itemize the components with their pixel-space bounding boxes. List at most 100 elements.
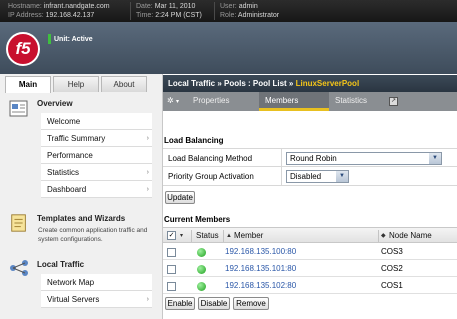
enable-button[interactable]: Enable (165, 297, 195, 310)
hostname-block: Hostname: infrant.nandgate.com IP Addres… (8, 2, 110, 20)
system-info-bar: Hostname: infrant.nandgate.com IP Addres… (0, 0, 457, 22)
overview-icon (9, 100, 28, 117)
sidebar-item-label: Statistics (47, 168, 80, 177)
unit-status: Unit: Active (48, 34, 93, 44)
sidebar-item-label: Virtual Servers (47, 295, 100, 304)
chevron-right-icon: › (146, 135, 149, 142)
gear-menu[interactable]: ✲ ▾ (163, 92, 187, 111)
f5-logo: f5 (6, 32, 40, 66)
sidebar-item-virtual-servers[interactable]: Virtual Servers › (41, 291, 152, 308)
breadcrumb-path[interactable]: Local Traffic » Pools : Pool List » (168, 79, 293, 88)
update-button[interactable]: Update (165, 191, 195, 204)
tab-members[interactable]: Members (259, 92, 329, 111)
chevron-down-icon: ▼ (429, 153, 441, 164)
time-value: 2:24 PM (CST) (155, 12, 202, 19)
priority-group-row: Priority Group Activation Disabled ▼ (163, 167, 457, 186)
divider (223, 230, 224, 242)
node-name: COS1 (381, 281, 403, 290)
tab-properties[interactable]: Properties (187, 92, 257, 111)
templates-description: Create common application traffic and sy… (38, 227, 148, 243)
tab-about[interactable]: About (101, 76, 147, 92)
member-link[interactable]: 192.168.135.102:80 (225, 277, 296, 294)
user-value: admin (238, 3, 258, 10)
remove-button[interactable]: Remove (233, 297, 269, 310)
chevron-right-icon: › (146, 296, 149, 303)
breadcrumb: Local Traffic » Pools : Pool List » Linu… (163, 75, 457, 92)
sidebar-item-label: Dashboard (47, 185, 87, 194)
chevron-down-icon[interactable]: ▾ (180, 228, 183, 244)
row-checkbox[interactable] (167, 248, 176, 257)
section-templates-title[interactable]: Templates and Wizards (37, 214, 125, 223)
sidebar-item-label: Performance (47, 151, 93, 160)
hostname-label: Hostname: (8, 3, 42, 10)
table-row: 192.168.135.100:80 COS3 (163, 243, 457, 260)
tab-main[interactable]: Main (5, 76, 51, 93)
priority-group-select[interactable]: Disabled ▼ (286, 170, 349, 183)
table-row: 192.168.135.102:80 COS1 (163, 277, 457, 294)
column-member[interactable]: Member (234, 228, 263, 244)
sidebar-item-statistics[interactable]: Statistics › (41, 164, 152, 181)
chevron-right-icon: › (146, 169, 149, 176)
divider (378, 230, 379, 242)
members-table-header: ✓ ▾ Status ▲ Member ◆ Node Name (163, 227, 457, 243)
section-overview-title: Overview (37, 99, 73, 108)
disable-button[interactable]: Disable (198, 297, 230, 310)
column-status: Status (196, 231, 219, 240)
member-link[interactable]: 192.168.135.100:80 (225, 243, 296, 260)
sidebar-item-welcome[interactable]: Welcome (41, 113, 152, 130)
load-balancing-heading: Load Balancing (164, 136, 224, 145)
status-available-icon (197, 265, 206, 274)
datetime-block: Date: Mar 11, 2010 Time: 2:24 PM (CST) (136, 2, 202, 20)
column-node-name[interactable]: Node Name (389, 228, 432, 244)
status-indicator-icon (48, 34, 51, 44)
lb-method-label: Load Balancing Method (168, 154, 253, 163)
lb-method-select[interactable]: Round Robin ▼ (286, 152, 442, 165)
sidebar-item-label: Network Map (47, 278, 95, 287)
breadcrumb-current: LinuxServerPool (295, 79, 360, 88)
member-link[interactable]: 192.168.135.101:80 (225, 260, 296, 277)
local-traffic-icon (10, 260, 28, 276)
chevron-right-icon: › (146, 186, 149, 193)
row-checkbox[interactable] (167, 265, 176, 274)
tab-help[interactable]: Help (53, 76, 99, 92)
sidebar-item-label: Traffic Summary (47, 134, 106, 143)
current-members-heading: Current Members (164, 215, 231, 224)
table-row: 192.168.135.101:80 COS2 (163, 260, 457, 277)
divider (191, 230, 192, 242)
node-name: COS2 (381, 264, 403, 273)
divider (214, 2, 215, 20)
sidebar-item-traffic-summary[interactable]: Traffic Summary › (41, 130, 152, 147)
sidebar-item-dashboard[interactable]: Dashboard › (41, 181, 152, 198)
select-all-checkbox[interactable]: ✓ (167, 231, 176, 240)
row-checkbox[interactable] (167, 282, 176, 291)
lb-method-row: Load Balancing Method Round Robin ▼ (163, 148, 457, 168)
section-local-traffic-title: Local Traffic (37, 260, 85, 269)
user-block: User: admin Role: Administrator (220, 2, 279, 20)
user-label: User: (220, 3, 237, 10)
role-value: Administrator (237, 12, 280, 19)
date-value: Mar 11, 2010 (154, 3, 196, 10)
hostname-value: infrant.nandgate.com (43, 3, 110, 10)
date-label: Date: (136, 3, 153, 10)
gear-icon: ✲ (167, 96, 174, 105)
role-label: Role: (220, 12, 237, 19)
sidebar-item-network-map[interactable]: Network Map (41, 274, 152, 291)
sort-indicator-icon: ▲ (226, 233, 232, 239)
time-label: Time: (136, 12, 154, 19)
chevron-down-icon: ▾ (175, 99, 179, 105)
divider (130, 2, 131, 20)
templates-icon (11, 214, 26, 232)
page-tabs: ✲ ▾ Properties Members Statistics ↗ (163, 92, 457, 111)
priority-group-label: Priority Group Activation (168, 172, 254, 181)
sidebar-item-performance[interactable]: Performance (41, 147, 152, 164)
node-name: COS3 (381, 247, 403, 256)
unit-status-label: Unit: Active (54, 35, 93, 43)
status-available-icon (197, 248, 206, 257)
main-content: Load Balancing Load Balancing Method Rou… (163, 111, 457, 319)
header-banner (0, 22, 457, 74)
external-link-icon[interactable]: ↗ (389, 97, 398, 106)
divider (281, 167, 282, 186)
chevron-down-icon: ▼ (336, 171, 348, 182)
priority-group-value: Disabled (290, 172, 322, 181)
status-available-icon (197, 282, 206, 291)
